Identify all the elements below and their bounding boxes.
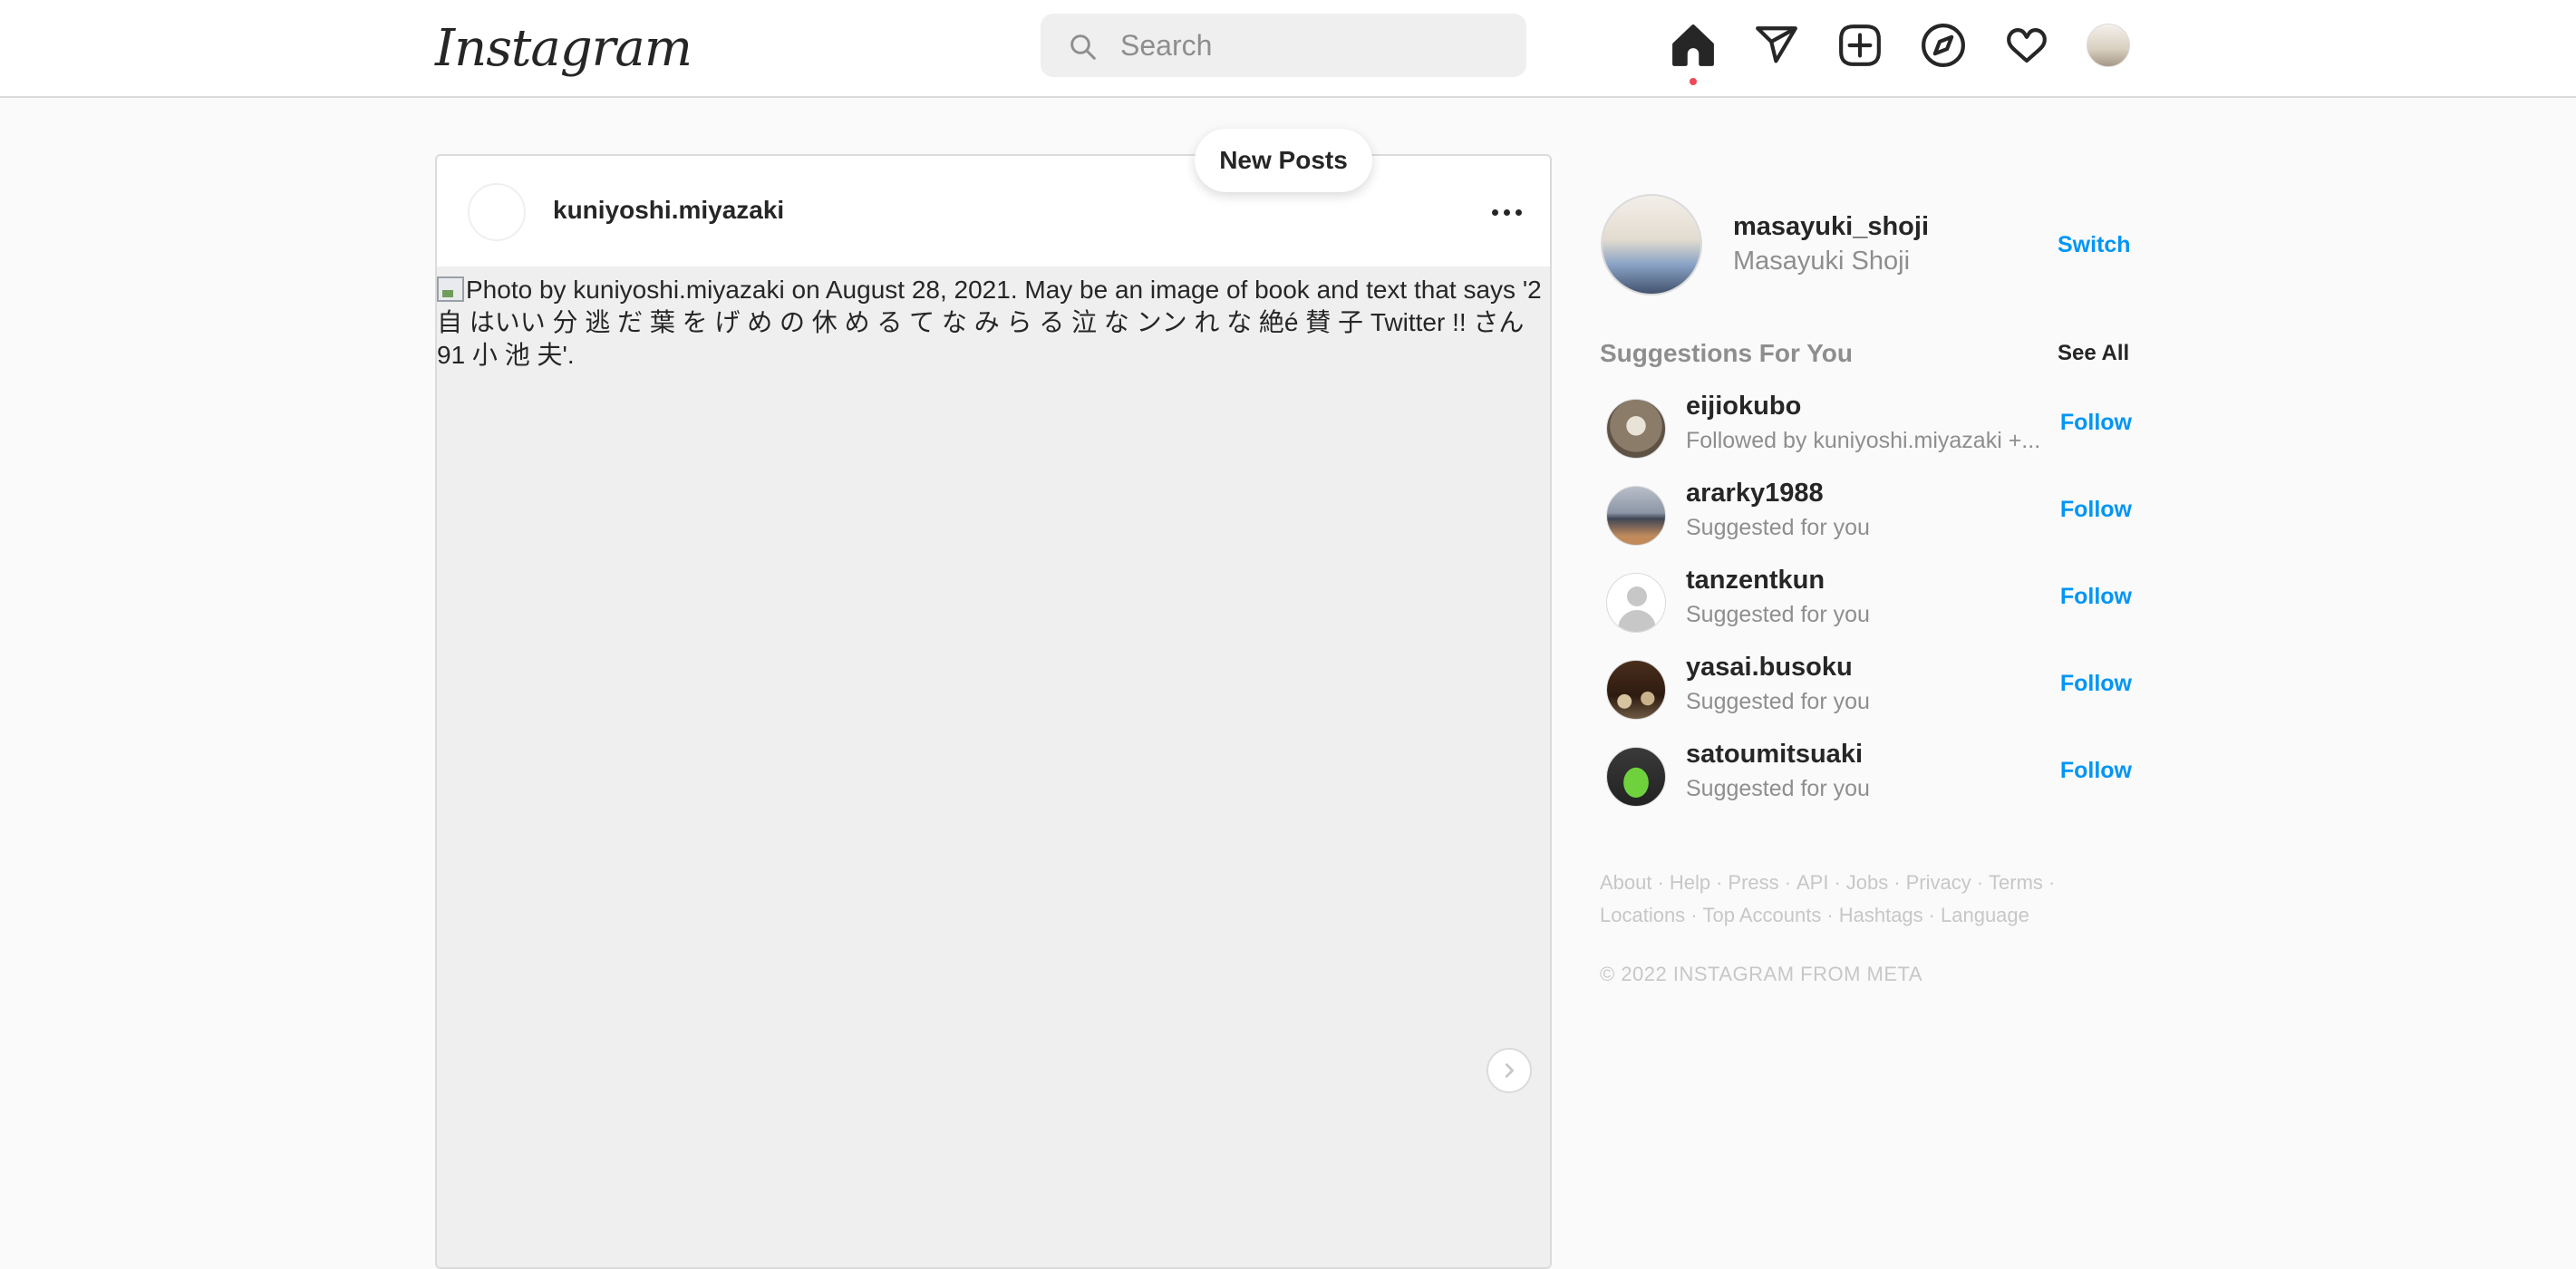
suggestion-item: eijiokubo Followed by kuniyoshi.miyazaki…: [1604, 392, 2132, 464]
explore-icon[interactable]: [1921, 23, 1966, 68]
copyright: © 2022 INSTAGRAM FROM META: [1600, 963, 1922, 985]
suggestion-username[interactable]: tanzentkun: [1686, 566, 1825, 596]
suggestion-item: ararky1988 Suggested for you Follow: [1604, 479, 2132, 551]
follow-button[interactable]: Follow: [2060, 410, 2132, 436]
footer-link-language[interactable]: Language: [1941, 904, 2029, 926]
post-image-alt-text: Photo by kuniyoshi.miyazaki on August 28…: [437, 274, 1543, 372]
new-posts-button[interactable]: New Posts: [1195, 129, 1372, 192]
broken-image-icon: [437, 276, 464, 302]
footer-link-api[interactable]: API: [1796, 871, 1828, 894]
direct-message-icon[interactable]: [1754, 23, 1799, 68]
footer-link-hashtags[interactable]: Hashtags: [1839, 904, 1923, 926]
carousel-next-button[interactable]: [1487, 1048, 1532, 1093]
suggestion-username[interactable]: eijiokubo: [1686, 392, 1801, 421]
footer-link-about[interactable]: About: [1600, 871, 1652, 894]
post-header: kuniyoshi.miyazaki: [437, 156, 1550, 266]
more-options-icon[interactable]: [1479, 196, 1534, 228]
footer-link-press[interactable]: Press: [1728, 871, 1778, 894]
home-active-indicator: [1690, 78, 1697, 85]
post-author-avatar[interactable]: [468, 183, 526, 241]
suggestion-avatar[interactable]: [1606, 660, 1666, 720]
feed-post: kuniyoshi.miyazaki Photo by kuniyoshi.mi…: [435, 154, 1552, 1269]
suggestion-subtitle: Suggested for you: [1686, 776, 1870, 801]
suggestion-avatar[interactable]: [1606, 486, 1666, 546]
instagram-logo[interactable]: Instagram: [435, 16, 692, 82]
footer-link-locations[interactable]: Locations: [1600, 904, 1685, 926]
suggestion-item: tanzentkun Suggested for you Follow: [1604, 566, 2132, 638]
chevron-right-icon: [1505, 1063, 1515, 1078]
current-user-fullname: Masayuki Shoji: [1733, 247, 1911, 276]
footer-links: About · Help · Press · API · Jobs · Privacy · Terms ·…: [1600, 871, 2056, 926]
activity-heart-icon[interactable]: [2004, 23, 2049, 68]
suggestion-username[interactable]: ararky1988: [1686, 479, 1824, 509]
suggestion-username[interactable]: yasai.busoku: [1686, 653, 1853, 683]
follow-button[interactable]: Follow: [2060, 671, 2132, 697]
switch-account-button[interactable]: Switch: [2058, 232, 2131, 258]
suggestion-subtitle: Followed by kuniyoshi.miyazaki +...: [1686, 428, 2041, 453]
suggestion-avatar[interactable]: [1606, 399, 1666, 459]
home-icon[interactable]: [1671, 23, 1716, 68]
follow-button[interactable]: Follow: [2060, 497, 2132, 523]
footer-link-help[interactable]: Help: [1670, 871, 1710, 894]
current-user-avatar[interactable]: [1601, 194, 1702, 295]
default-avatar-icon: [1627, 586, 1647, 606]
footer-link-terms[interactable]: Terms: [1989, 871, 2043, 894]
post-image-alt-content: Photo by kuniyoshi.miyazaki on August 28…: [437, 276, 1542, 369]
follow-button[interactable]: Follow: [2060, 584, 2132, 610]
top-nav: Instagram: [0, 0, 2576, 98]
suggestion-item: yasai.busoku Suggested for you Follow: [1604, 653, 2132, 725]
default-avatar-body: [1618, 610, 1656, 632]
search-input[interactable]: [1119, 14, 1499, 77]
search-box[interactable]: [1041, 14, 1526, 77]
footer-link-privacy[interactable]: Privacy: [1906, 871, 1971, 894]
post-author-username[interactable]: kuniyoshi.miyazaki: [553, 196, 784, 225]
current-user-username[interactable]: masayuki_shoji: [1733, 212, 1929, 242]
post-image[interactable]: Photo by kuniyoshi.miyazaki on August 28…: [437, 266, 1550, 1267]
suggestion-avatar[interactable]: [1606, 747, 1666, 807]
footer-link-top-accounts[interactable]: Top Accounts: [1703, 904, 1822, 926]
see-all-button[interactable]: See All: [2058, 341, 2129, 366]
search-icon: [1070, 34, 1096, 60]
new-post-icon[interactable]: [1837, 23, 1883, 68]
suggestion-item: satoumitsuaki Suggested for you Follow: [1604, 740, 2132, 812]
suggestion-subtitle: Suggested for you: [1686, 602, 1870, 627]
suggestions-title: Suggestions For You: [1600, 339, 1853, 367]
follow-button[interactable]: Follow: [2060, 758, 2132, 784]
profile-avatar[interactable]: [2087, 24, 2130, 67]
suggestion-avatar[interactable]: [1606, 573, 1666, 633]
suggestion-username[interactable]: satoumitsuaki: [1686, 740, 1863, 770]
suggestion-subtitle: Suggested for you: [1686, 689, 1870, 714]
suggestion-subtitle: Suggested for you: [1686, 515, 1870, 540]
footer-link-jobs[interactable]: Jobs: [1846, 871, 1888, 894]
